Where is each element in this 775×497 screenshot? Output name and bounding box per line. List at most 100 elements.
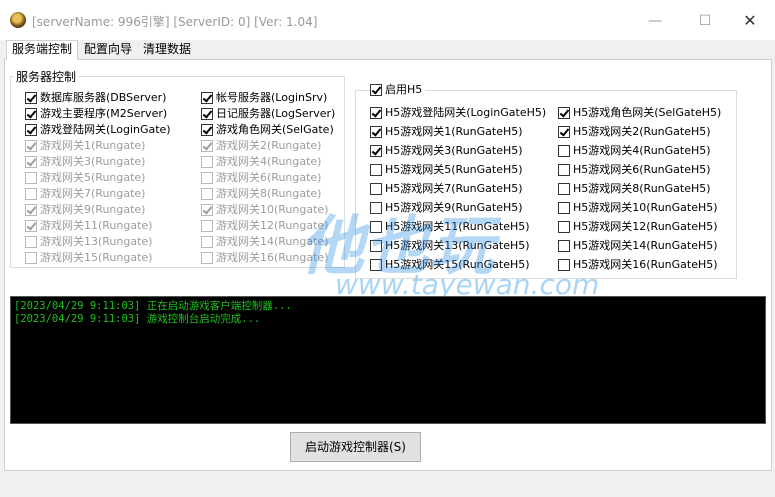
checkbox-item[interactable]: 游戏登陆网关(LoginGate) [25,122,171,137]
checkbox-item[interactable]: H5游戏网关8(RunGateH5) [558,181,711,196]
window-title: [serverName: 996引擎] [ServerID: 0] [Ver: … [32,15,318,29]
checkbox-label: H5游戏登陆网关(LoginGateH5) [385,105,547,119]
checkbox-item[interactable]: 帐号服务器(LoginSrv) [201,90,327,105]
checkbox-item[interactable]: H5游戏网关7(RunGateH5) [370,181,523,196]
checkbox-box[interactable] [25,91,37,104]
enable-h5-checkbox[interactable]: 启用H5 [370,82,426,97]
checkbox-label: 游戏网关15(Rungate) [40,250,153,264]
checkbox-item[interactable]: 数据库服务器(DBServer) [25,90,166,105]
checkbox-label: 游戏登陆网关(LoginGate) [40,122,171,136]
checkbox-box [25,187,37,200]
checkbox-box[interactable] [370,83,382,96]
checkbox-label: H5游戏网关1(RunGateH5) [385,124,523,138]
checkbox-item: 游戏网关11(Rungate) [25,218,152,233]
checkbox-box [201,171,213,184]
checkbox-item: 游戏网关5(Rungate) [25,170,145,185]
window-bottom-edge [0,474,775,497]
checkbox-box [25,203,37,216]
start-controller-button[interactable]: 启动游戏控制器(S) [290,432,421,462]
close-icon[interactable]: ✕ [735,8,765,34]
checkbox-box[interactable] [558,144,570,157]
checkbox-label: 游戏角色网关(SelGate) [216,122,334,136]
server-control-group-title: 服务器控制 [14,68,79,85]
checkbox-label: 游戏主要程序(M2Server) [40,106,168,120]
checkbox-box[interactable] [558,125,570,138]
checkbox-item: 游戏网关9(Rungate) [25,202,145,217]
checkbox-item[interactable]: H5游戏角色网关(SelGateH5) [558,105,721,120]
checkbox-item[interactable]: H5游戏网关2(RunGateH5) [558,124,711,139]
checkbox-label: 游戏网关13(Rungate) [40,234,153,248]
checkbox-label: H5游戏网关14(RunGateH5) [573,238,718,252]
checkbox-box[interactable] [201,107,213,120]
minimize-icon[interactable]: — [640,8,670,34]
checkbox-label: 日记服务器(LogServer) [216,106,336,120]
checkbox-item: 游戏网关13(Rungate) [25,234,152,249]
checkbox-item[interactable]: H5游戏网关6(RunGateH5) [558,162,711,177]
checkbox-item[interactable]: H5游戏网关12(RunGateH5) [558,219,718,234]
checkbox-item: 游戏网关7(Rungate) [25,186,145,201]
log-console[interactable]: [2023/04/29 9:11:03] 正在启动游戏客户端控制器... [20… [10,296,766,424]
checkbox-item: 游戏网关1(Rungate) [25,138,145,153]
checkbox-box[interactable] [558,201,570,214]
checkbox-label: 游戏网关9(Rungate) [40,202,146,216]
checkbox-item[interactable]: H5游戏网关5(RunGateH5) [370,162,523,177]
checkbox-box [201,155,213,168]
checkbox-label: 游戏网关11(Rungate) [40,218,153,232]
log-line: [2023/04/29 9:11:03] 游戏控制台启动完成... [14,313,261,325]
checkbox-box[interactable] [370,125,382,138]
checkbox-box[interactable] [201,123,213,136]
checkbox-box[interactable] [558,220,570,233]
checkbox-label: H5游戏网关4(RunGateH5) [573,143,711,157]
tab-server-control[interactable]: 服务端控制 [6,40,79,60]
checkbox-box[interactable] [25,107,37,120]
tab-config-wizard[interactable]: 配置向导 [78,40,138,59]
maximize-icon[interactable]: ☐ [690,8,720,34]
checkbox-box[interactable] [370,163,382,176]
checkbox-box[interactable] [558,182,570,195]
checkbox-box[interactable] [370,106,382,119]
checkbox-label: H5游戏网关3(RunGateH5) [385,143,523,157]
enable-h5-label: 启用H5 [385,82,423,96]
checkbox-item: 游戏网关6(Rungate) [201,170,321,185]
checkbox-item: 游戏网关2(Rungate) [201,138,321,153]
checkbox-box[interactable] [558,106,570,119]
checkbox-box [25,219,37,232]
checkbox-item: 游戏网关15(Rungate) [25,250,152,265]
checkbox-box [201,203,213,216]
checkbox-box [25,171,37,184]
checkbox-box[interactable] [25,123,37,136]
checkbox-label: H5游戏网关10(RunGateH5) [573,200,718,214]
checkbox-box[interactable] [558,163,570,176]
checkbox-item[interactable]: H5游戏网关1(RunGateH5) [370,124,523,139]
checkbox-box[interactable] [558,239,570,252]
checkbox-item[interactable]: H5游戏登陆网关(LoginGateH5) [370,105,546,120]
checkbox-box[interactable] [370,144,382,157]
checkbox-box [201,139,213,152]
checkbox-label: H5游戏网关2(RunGateH5) [573,124,711,138]
checkbox-item[interactable]: H5游戏网关4(RunGateH5) [558,143,711,158]
tab-clear-data[interactable]: 清理数据 [137,40,197,59]
checkbox-label: 帐号服务器(LoginSrv) [216,90,328,104]
checkbox-item[interactable]: H5游戏网关3(RunGateH5) [370,143,523,158]
checkbox-item: 游戏网关3(Rungate) [25,154,145,169]
checkbox-box [25,235,37,248]
checkbox-box [201,235,213,248]
checkbox-label: 游戏网关6(Rungate) [216,170,322,184]
checkbox-item[interactable]: H5游戏网关14(RunGateH5) [558,238,718,253]
checkbox-label: H5游戏网关8(RunGateH5) [573,181,711,195]
checkbox-box [201,187,213,200]
checkbox-box[interactable] [201,91,213,104]
checkbox-label: 游戏网关7(Rungate) [40,186,146,200]
checkbox-item[interactable]: 游戏角色网关(SelGate) [201,122,334,137]
checkbox-item[interactable]: 游戏主要程序(M2Server) [25,106,167,121]
checkbox-label: 游戏网关5(Rungate) [40,170,146,184]
checkbox-label: H5游戏网关7(RunGateH5) [385,181,523,195]
checkbox-label: H5游戏网关12(RunGateH5) [573,219,718,233]
checkbox-item[interactable]: H5游戏网关10(RunGateH5) [558,200,718,215]
checkbox-box [25,155,37,168]
checkbox-item: 游戏网关4(Rungate) [201,154,321,169]
checkbox-box [25,139,37,152]
checkbox-box[interactable] [370,182,382,195]
checkbox-item[interactable]: 日记服务器(LogServer) [201,106,335,121]
checkbox-label: H5游戏网关6(RunGateH5) [573,162,711,176]
